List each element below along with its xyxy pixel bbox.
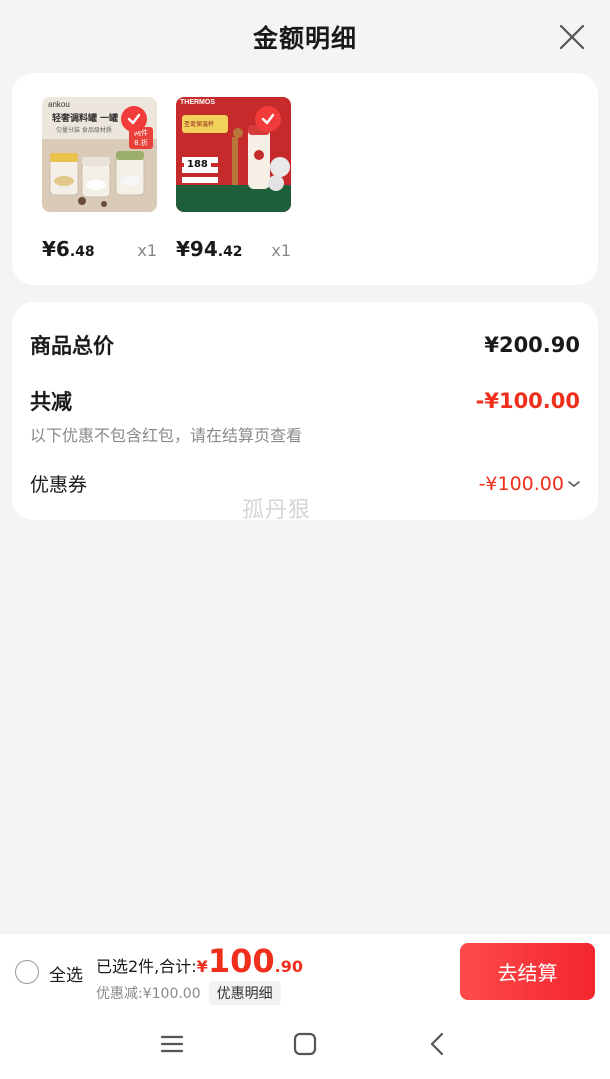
total-value: ¥200.90 — [484, 333, 580, 357]
price-integer: ¥6 — [42, 237, 70, 261]
price-integer: ¥94 — [176, 237, 218, 261]
total-label: 商品总价 — [30, 334, 114, 358]
discount-note: 以下优惠不包含红包，请在结算页查看 — [30, 426, 303, 445]
discount-detail-button[interactable]: 优惠明细 — [208, 981, 281, 1005]
summary-card: 商品总价 ¥200.90 共减 -¥100.00 以下优惠不包含红包，请在结算页… — [12, 302, 598, 520]
select-all-label[interactable]: 全选 — [49, 961, 83, 986]
reduce-row: 共减 -¥100.00 — [30, 386, 580, 416]
image-price-value: 188 — [187, 159, 208, 170]
price-decimal: .48 — [69, 244, 95, 260]
product-price: ¥6.48 — [42, 237, 95, 261]
reduce-label: 共减 — [30, 390, 72, 414]
menu-icon[interactable] — [158, 1030, 186, 1058]
product-quantity: x1 — [137, 241, 157, 260]
back-icon[interactable] — [424, 1030, 452, 1058]
coupon-value: -¥100.00 — [478, 472, 564, 495]
discount-tag-line2: 8.折 — [134, 139, 148, 147]
brand-logo: ankou — [48, 100, 70, 109]
image-sub: 一罐 — [100, 114, 119, 124]
brand-logo: THERMOS — [180, 99, 215, 106]
price-decimal: .42 — [217, 244, 243, 260]
selected-count-text: 已选2件,合计: — [96, 957, 197, 976]
reduce-value: -¥100.00 — [475, 389, 580, 413]
select-all-radio[interactable] — [15, 960, 39, 984]
product-image[interactable]: ankou 轻奢调料罐 一罐 匀量分装 食品级材质 两件 8.折 — [42, 97, 157, 212]
watermark-text: 孤丹狠 — [242, 498, 312, 523]
coupon-value-wrap[interactable]: -¥100.00 — [479, 473, 580, 495]
sheet-header: 金额明细 — [0, 0, 610, 74]
product-price: ¥94.42 — [176, 237, 243, 261]
total-currency: ¥ — [196, 957, 208, 976]
coupon-label: 优惠券 — [30, 474, 88, 496]
discount-amount-text: 优惠减:¥100.00 — [96, 986, 201, 1002]
close-icon[interactable] — [558, 23, 586, 51]
checkout-bar: 全选 已选2件,合计: ¥ 100 .90 优惠减:¥100.00 优惠明细 去… — [0, 933, 610, 1008]
selected-check-icon[interactable] — [121, 106, 147, 132]
product-item[interactable]: ankou 轻奢调料罐 一罐 匀量分装 食品级材质 两件 8.折 ¥6.48 x… — [42, 97, 157, 261]
checkout-button[interactable]: 去结算 — [460, 943, 595, 1000]
total-summary: 已选2件,合计: ¥ 100 .90 — [96, 942, 303, 980]
product-item[interactable]: THERMOS 圣诞保温杯 188 ¥94.42 x1 — [176, 97, 291, 261]
product-quantity: x1 — [271, 241, 291, 260]
products-card: ankou 轻奢调料罐 一罐 匀量分装 食品级材质 两件 8.折 ¥6.48 x… — [12, 73, 598, 285]
product-price-row: ¥94.42 x1 — [176, 237, 291, 261]
total-amount-decimal: .90 — [274, 957, 303, 976]
image-note: 匀量分装 食品级材质 — [56, 127, 112, 134]
page-title: 金额明细 — [252, 24, 357, 53]
product-price-row: ¥6.48 x1 — [42, 237, 157, 261]
total-row: 商品总价 ¥200.90 — [30, 330, 580, 360]
selected-check-icon[interactable] — [255, 106, 281, 132]
system-nav-bar — [0, 1008, 610, 1079]
home-icon[interactable] — [291, 1030, 319, 1058]
image-caption: 轻奢调料罐 — [52, 114, 98, 124]
discount-line: 优惠减:¥100.00 优惠明细 — [96, 981, 281, 1005]
total-amount-integer: 100 — [207, 942, 275, 980]
chevron-down-icon[interactable] — [568, 480, 580, 488]
product-image[interactable]: THERMOS 圣诞保温杯 188 — [176, 97, 291, 212]
image-tag: 圣诞保温杯 — [184, 121, 215, 128]
image-price-tag: 188 — [184, 159, 211, 170]
